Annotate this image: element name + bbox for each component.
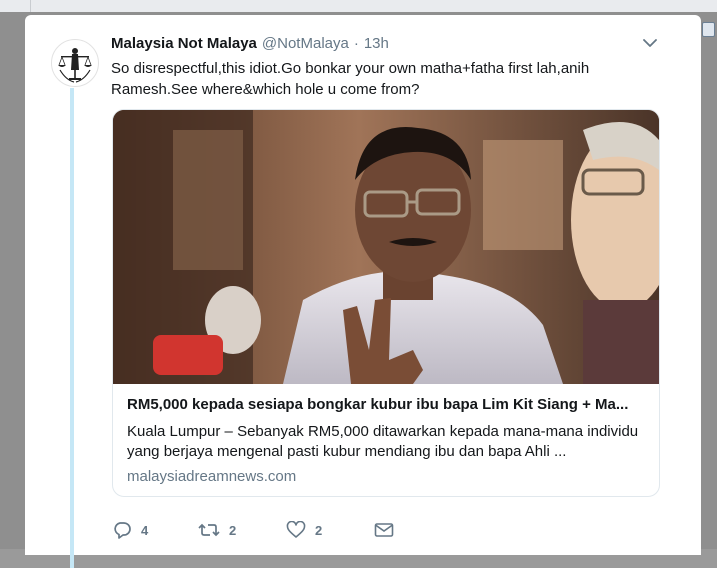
avatar[interactable] — [51, 39, 99, 87]
tweet-header: Malaysia Not Malaya @NotMalaya · 13h — [111, 35, 389, 55]
author-handle[interactable]: @NotMalaya — [262, 35, 349, 52]
tweet-timestamp[interactable]: 13h — [364, 35, 389, 52]
tweet-actions: 4 2 2 — [112, 518, 432, 542]
overlay-side-icon[interactable] — [702, 22, 715, 37]
like-count: 2 — [315, 522, 323, 538]
envelope-icon — [374, 523, 394, 537]
tweet-card: Malaysia Not Malaya @NotMalaya · 13h So … — [25, 15, 701, 568]
retweet-button[interactable]: 2 — [198, 518, 236, 542]
article-photo — [113, 110, 659, 384]
chevron-down-icon — [643, 38, 657, 47]
retweet-count: 2 — [229, 522, 237, 538]
backdrop-divider — [30, 0, 31, 12]
reply-count: 4 — [141, 522, 149, 538]
link-preview-domain: malaysiadreamnews.com — [127, 468, 297, 485]
link-preview-card[interactable]: RM5,000 kepada sesiapa bongkar kubur ibu… — [112, 109, 660, 497]
thread-line — [70, 88, 74, 568]
header-separator: · — [353, 35, 359, 52]
reply-icon — [114, 522, 131, 539]
tweet-text: So disrespectful,this idiot.Go bonkar yo… — [111, 60, 590, 98]
reply-button[interactable]: 4 — [112, 518, 148, 542]
scales-of-justice-icon — [53, 41, 97, 85]
link-preview-image — [113, 110, 659, 384]
link-preview-description: Kuala Lumpur – Sebanyak RM5,000 ditawark… — [127, 423, 639, 460]
heart-icon — [286, 521, 306, 538]
link-preview-body: RM5,000 kepada sesiapa bongkar kubur ibu… — [127, 394, 647, 487]
backdrop-top-strip — [0, 0, 717, 12]
link-preview-title[interactable]: RM5,000 kepada sesiapa bongkar kubur ibu… — [127, 394, 647, 415]
like-button[interactable]: 2 — [286, 518, 322, 542]
tweet-menu-button[interactable] — [640, 35, 660, 51]
retweet-icon — [198, 523, 220, 537]
author-name[interactable]: Malaysia Not Malaya — [111, 35, 257, 52]
direct-message-button[interactable] — [374, 518, 394, 542]
